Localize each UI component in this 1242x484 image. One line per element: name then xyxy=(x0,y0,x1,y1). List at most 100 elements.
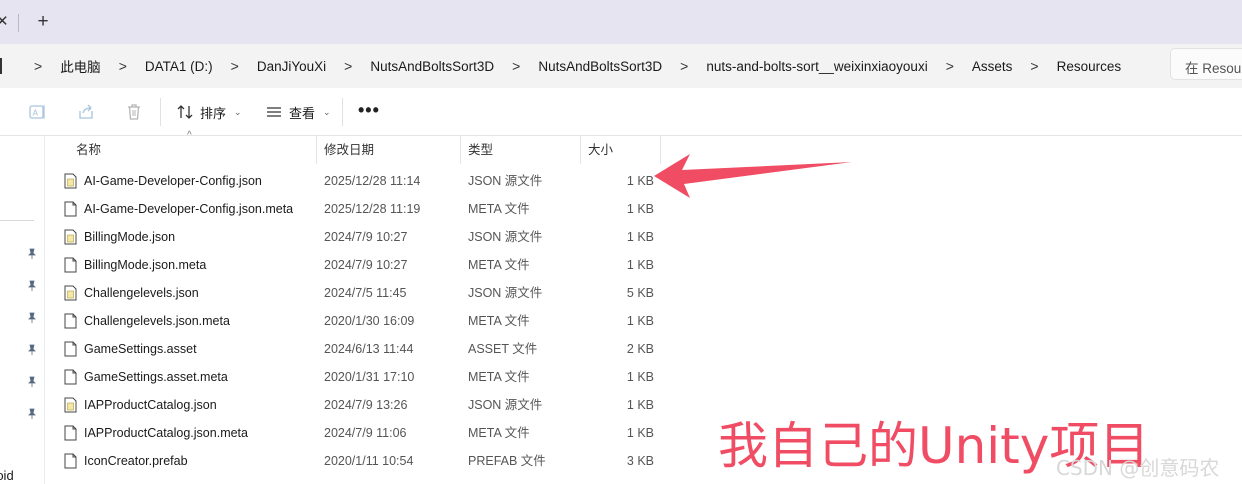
view-button[interactable]: 查看 ⌄ xyxy=(265,100,331,124)
file-name: Challengelevels.json xyxy=(84,286,199,300)
sort-indicator-icon: ^ xyxy=(187,130,192,141)
breadcrumb-item[interactable]: nuts-and-bolts-sort__weixinxiaoyouxi xyxy=(702,59,931,74)
chevron-right-icon[interactable]: > xyxy=(932,58,968,74)
file-type: JSON 源文件 xyxy=(468,230,543,244)
pin-icon[interactable] xyxy=(26,280,38,292)
file-name: BillingMode.json.meta xyxy=(84,258,207,272)
breadcrumb-item[interactable]: DanJiYouXi xyxy=(253,59,330,74)
file-size: 1 KB xyxy=(626,230,654,244)
watermark: CSDN @创意码农 xyxy=(1056,456,1220,480)
rename-icon[interactable]: A xyxy=(28,102,48,122)
file-type: META 文件 xyxy=(468,202,530,216)
file-row[interactable]: BillingMode.json.meta 2024/7/9 10:27 META … xyxy=(46,251,662,279)
column-size[interactable]: 大小 xyxy=(588,136,613,164)
json-file-icon xyxy=(64,173,77,189)
svg-text:A: A xyxy=(33,109,39,118)
sidebar-item-android[interactable]: roid xyxy=(0,468,14,483)
sort-label: 排序 xyxy=(200,105,227,121)
column-divider[interactable] xyxy=(316,136,317,164)
more-options-button[interactable]: ••• xyxy=(358,100,380,121)
file-date-modified: 2024/6/13 11:44 xyxy=(324,342,414,356)
json-file-icon xyxy=(64,397,77,413)
sort-button[interactable]: 排序 ⌄ xyxy=(176,100,242,124)
file-type: META 文件 xyxy=(468,370,530,384)
file-row[interactable]: GameSettings.asset.meta 2020/1/31 17:10 ME… xyxy=(46,363,662,391)
chevron-right-icon[interactable]: > xyxy=(20,58,56,74)
file-list: AI-Game-Developer-Config.json 2025/12/28 … xyxy=(46,167,662,475)
pin-icon[interactable] xyxy=(26,408,38,420)
file-type: JSON 源文件 xyxy=(468,174,543,188)
column-divider[interactable] xyxy=(460,136,461,164)
close-tab-icon[interactable]: ✕ xyxy=(0,12,10,32)
file-row[interactable]: Challengelevels.json.meta 2020/1/30 16:09… xyxy=(46,307,662,335)
file-row[interactable]: IAPProductCatalog.json.meta 2024/7/9 11:0… xyxy=(46,419,662,447)
file-icon xyxy=(64,257,77,273)
chevron-right-icon[interactable]: > xyxy=(105,58,141,74)
file-name: GameSettings.asset xyxy=(84,342,197,356)
column-divider[interactable] xyxy=(580,136,581,164)
new-tab-button[interactable]: + xyxy=(33,10,53,34)
file-size: 1 KB xyxy=(626,398,654,412)
breadcrumb[interactable]: > 此电脑 > DATA1 (D:) > DanJiYouXi > NutsAndBoltsS… xyxy=(0,48,1162,84)
file-icon xyxy=(64,453,77,469)
file-size: 1 KB xyxy=(626,174,654,188)
pin-icon[interactable] xyxy=(26,248,38,260)
chevron-right-icon[interactable]: > xyxy=(330,58,366,74)
search-input[interactable]: 在 Resources 中搜索 xyxy=(1170,48,1242,80)
view-list-icon xyxy=(267,107,281,117)
view-label: 查看 xyxy=(289,105,316,121)
file-row[interactable]: Challengelevels.json 2024/7/5 11:45 JSON 源… xyxy=(46,279,662,307)
pin-icon[interactable] xyxy=(26,312,38,324)
file-size: 1 KB xyxy=(626,426,654,440)
chevron-down-icon: ⌄ xyxy=(323,106,331,117)
navigation-pane: roid xyxy=(0,136,45,484)
delete-icon[interactable] xyxy=(124,102,144,122)
toolbar-divider xyxy=(342,98,343,126)
file-date-modified: 2025/12/28 11:14 xyxy=(324,174,421,188)
breadcrumb-item[interactable]: DATA1 (D:) xyxy=(141,59,217,74)
file-row[interactable]: AI-Game-Developer-Config.json.meta 2025/1… xyxy=(46,195,662,223)
file-row[interactable]: BillingMode.json 2024/7/9 10:27 JSON 源文件 1 … xyxy=(46,223,662,251)
tab-separator xyxy=(18,14,19,32)
breadcrumb-item[interactable]: Resources xyxy=(1053,59,1126,74)
file-name: AI-Game-Developer-Config.json xyxy=(84,174,262,188)
toolbar-divider xyxy=(160,98,161,126)
column-type[interactable]: 类型 xyxy=(468,136,493,164)
chevron-right-icon[interactable]: > xyxy=(498,58,534,74)
file-type: META 文件 xyxy=(468,314,530,328)
file-icon xyxy=(64,425,77,441)
breadcrumb-item[interactable]: 此电脑 xyxy=(56,56,105,76)
file-row[interactable]: IAPProductCatalog.json 2024/7/9 13:26 JSON… xyxy=(46,391,662,419)
file-name: BillingMode.json xyxy=(84,230,176,244)
file-row[interactable]: IconCreator.prefab 2020/1/11 10:54 PREFAB … xyxy=(46,447,662,475)
pin-icon[interactable] xyxy=(26,344,38,356)
share-icon[interactable] xyxy=(76,102,96,122)
file-name: GameSettings.asset.meta xyxy=(84,370,228,384)
file-date-modified: 2024/7/5 11:45 xyxy=(324,286,407,300)
chevron-right-icon[interactable]: > xyxy=(217,58,253,74)
pin-icon[interactable] xyxy=(26,376,38,388)
chevron-right-icon[interactable]: > xyxy=(666,58,702,74)
file-date-modified: 2025/12/28 11:19 xyxy=(324,202,421,216)
file-date-modified: 2024/7/9 11:06 xyxy=(324,426,407,440)
address-bar-row: > 此电脑 > DATA1 (D:) > DanJiYouXi > NutsAndBoltsS… xyxy=(0,44,1242,88)
file-row[interactable]: GameSettings.asset 2024/6/13 11:44 ASSET 文… xyxy=(46,335,662,363)
breadcrumb-item[interactable]: Assets xyxy=(968,59,1017,74)
file-type: ASSET 文件 xyxy=(468,342,538,356)
file-name: IAPProductCatalog.json.meta xyxy=(84,426,248,440)
file-size: 3 KB xyxy=(626,454,654,468)
file-name: IconCreator.prefab xyxy=(84,454,188,468)
breadcrumb-item[interactable]: NutsAndBoltsSort3D xyxy=(534,59,666,74)
column-date-modified[interactable]: 修改日期 xyxy=(324,136,374,164)
file-name: AI-Game-Developer-Config.json.meta xyxy=(84,202,294,216)
column-name[interactable]: 名称 xyxy=(76,136,101,164)
file-date-modified: 2020/1/30 16:09 xyxy=(324,314,415,328)
breadcrumb-item[interactable]: NutsAndBoltsSort3D xyxy=(366,59,498,74)
command-bar: A 排序 ⌄ 查看 ⌄ ••• xyxy=(0,88,1242,136)
chevron-right-icon[interactable]: > xyxy=(1016,58,1052,74)
file-icon xyxy=(64,341,77,357)
file-row[interactable]: AI-Game-Developer-Config.json 2025/12/28 … xyxy=(46,167,662,195)
file-size: 1 KB xyxy=(626,258,654,272)
file-size: 5 KB xyxy=(626,286,654,300)
sort-icon xyxy=(177,105,193,119)
